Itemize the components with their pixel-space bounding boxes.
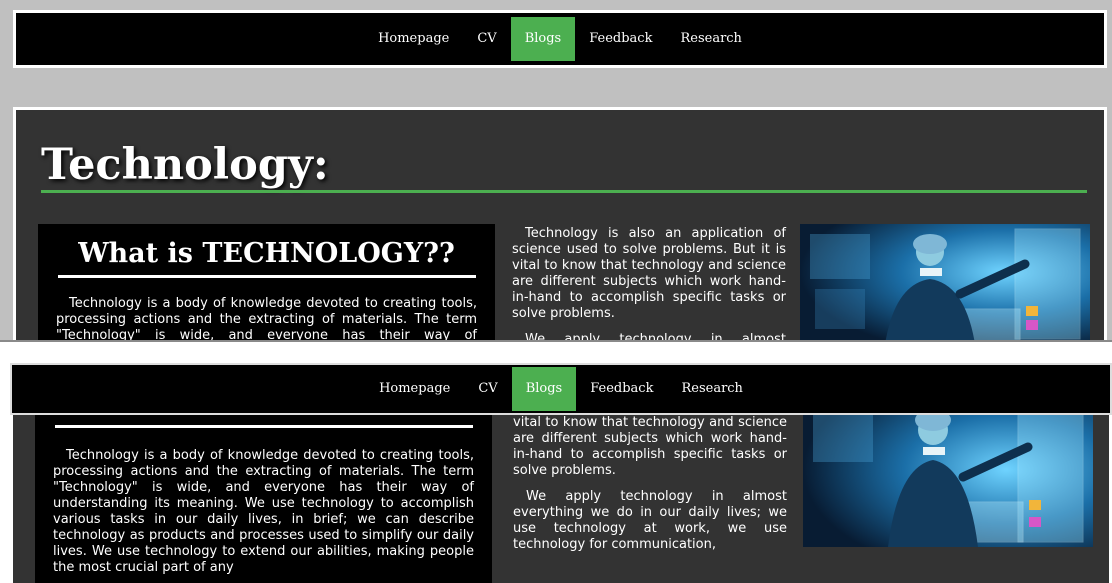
nav-cv[interactable]: CV xyxy=(463,17,510,61)
screenshot-top: Homepage CV Blogs Feedback Research Tech… xyxy=(0,0,1112,342)
top-navigation-sticky: Homepage CV Blogs Feedback Research xyxy=(10,363,1112,415)
what-is-technology-card: What is TECHNOLOGY?? Technology is a bod… xyxy=(38,224,495,342)
nav-cv-sticky[interactable]: CV xyxy=(464,367,511,411)
nav-research-sticky[interactable]: Research xyxy=(667,367,756,411)
nav-research[interactable]: Research xyxy=(666,17,755,61)
card-title-underline xyxy=(57,275,476,278)
middle-paragraph-1: Technology is also an application of sci… xyxy=(512,226,786,321)
medical-technology-photo-scrolled xyxy=(803,392,1093,547)
main-content: Technology: What is TECHNOLOGY?? Technol… xyxy=(13,107,1107,342)
nav-homepage-sticky[interactable]: Homepage xyxy=(365,367,464,411)
middle-paragraph-2: We apply technology in almost everything… xyxy=(525,332,786,342)
page-title: Technology: xyxy=(41,140,329,190)
what-is-technology-card-scrolled: Technology is a body of knowledge devote… xyxy=(35,395,492,583)
medical-technology-photo xyxy=(800,224,1090,340)
nav-homepage[interactable]: Homepage xyxy=(364,17,463,61)
photo-illustration-scrolled xyxy=(803,392,1093,547)
title-underline xyxy=(41,190,1087,193)
screenshot-scrolled: Technology is a body of knowledge devote… xyxy=(0,347,1112,583)
middle-paragraph-2-scrolled: We apply technology in almost everything… xyxy=(513,489,787,552)
main-content-scrolled: Technology is a body of knowledge devote… xyxy=(10,383,1112,583)
nav-feedback-sticky[interactable]: Feedback xyxy=(576,367,667,411)
card-body-text-scrolled: Technology is a body of knowledge devote… xyxy=(53,448,474,575)
card-title-underline-scrolled xyxy=(54,425,473,428)
nav-blogs[interactable]: Blogs xyxy=(510,17,576,61)
nav-feedback[interactable]: Feedback xyxy=(575,17,666,61)
middle-text-column: Technology is also an application of sci… xyxy=(512,226,786,342)
nav-blogs-sticky[interactable]: Blogs xyxy=(511,367,577,411)
top-navigation: Homepage CV Blogs Feedback Research xyxy=(11,8,1109,70)
card-title: What is TECHNOLOGY?? xyxy=(78,238,455,269)
card-body-text: Technology is a body of knowledge devote… xyxy=(56,296,477,342)
photo-illustration xyxy=(800,224,1090,340)
